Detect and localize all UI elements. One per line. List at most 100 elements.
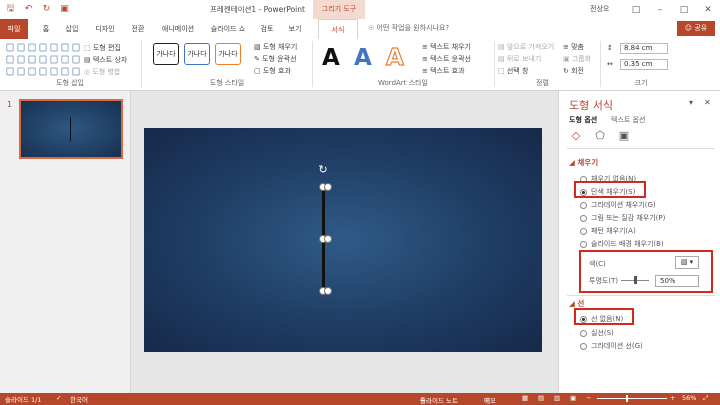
zoom-out-icon[interactable]: −	[586, 394, 591, 402]
shape-item[interactable]	[72, 67, 80, 76]
present-icon[interactable]: ▣	[58, 3, 71, 15]
line-option-gradient[interactable]: 그라데이션 선(G)	[580, 341, 643, 351]
text-effects-button[interactable]: ≡ 텍스트 효과	[422, 66, 465, 76]
shape-item[interactable]	[50, 55, 58, 64]
zoom-slider-thumb[interactable]	[626, 395, 628, 402]
wordart-style-black[interactable]: A	[322, 43, 340, 73]
shape-width-input[interactable]: 0.35 cm	[620, 59, 668, 70]
shape-item[interactable]	[39, 55, 47, 64]
normal-view-icon[interactable]: ▦	[522, 394, 528, 402]
radio-button	[580, 227, 587, 235]
resize-handle[interactable]	[324, 287, 332, 295]
rotate-button[interactable]: ↻ 회전	[563, 66, 584, 76]
tab-transitions[interactable]: 전환	[128, 19, 148, 39]
fill-option-picture[interactable]: 그림 또는 질감 채우기(P)	[580, 213, 665, 223]
shape-item[interactable]	[17, 55, 25, 64]
shape-item[interactable]	[61, 67, 69, 76]
zoom-slider-track[interactable]	[597, 398, 667, 399]
shape-item[interactable]	[6, 67, 14, 76]
pane-options-icon[interactable]: ▾	[689, 98, 693, 107]
tab-home[interactable]: 홈	[38, 19, 54, 39]
shape-outline-button[interactable]: ✎ 도형 윤곽선	[254, 54, 297, 64]
tell-me-box[interactable]: ☉ 어떤 작업을 원하시나요?	[368, 23, 449, 33]
tab-slideshow[interactable]: 슬라이드 쇼	[208, 19, 248, 39]
shape-item[interactable]	[72, 55, 80, 64]
share-button[interactable]: ☺ 공유	[677, 21, 715, 36]
fill-option-pattern[interactable]: 패턴 채우기(A)	[580, 226, 636, 236]
fit-to-window-icon[interactable]: ⤢	[703, 394, 708, 403]
tab-text-options[interactable]: 텍스트 옵션	[611, 115, 645, 125]
shape-fill-button[interactable]: ▧ 도형 채우기	[254, 42, 297, 52]
selection-pane-button[interactable]: ⬚ 선택 창	[498, 66, 528, 76]
fill-option-gradient[interactable]: 그라데이션 채우기(G)	[580, 200, 656, 210]
language-status[interactable]: 한국어	[70, 394, 88, 404]
wordart-style-blue[interactable]: A	[354, 43, 372, 73]
rotate-handle-icon[interactable]: ↻	[317, 164, 329, 176]
save-icon[interactable]: 🖫	[4, 3, 17, 15]
redo-icon[interactable]: ↻	[40, 3, 53, 15]
zoom-in-icon[interactable]: +	[670, 394, 675, 402]
effects-pentagon-icon[interactable]: ⬠	[593, 129, 607, 143]
pane-close-icon[interactable]: ✕	[704, 98, 711, 107]
slide-canvas[interactable]: ↻	[144, 128, 542, 352]
tab-design[interactable]: 디자인	[92, 19, 118, 39]
fill-line-icon[interactable]: ◇	[569, 129, 583, 143]
shape-item[interactable]	[72, 43, 80, 52]
shape-style-blue[interactable]: 가나다	[184, 43, 210, 65]
tab-shape-options[interactable]: 도형 옵션	[569, 115, 597, 125]
tab-view[interactable]: 보기	[286, 19, 304, 39]
text-fill-button[interactable]: ≡ 텍스트 채우기	[422, 42, 471, 52]
fill-section-header[interactable]: ◢ 채우기	[569, 157, 598, 168]
tab-file[interactable]: 파일	[0, 19, 28, 39]
shape-outline-label: 도형 윤곽선	[262, 55, 297, 63]
shape-item[interactable]	[50, 67, 58, 76]
zoom-level[interactable]: 56%	[682, 394, 696, 402]
shape-item[interactable]	[39, 43, 47, 52]
ribbon-display-icon[interactable]: □	[624, 0, 648, 19]
group-button[interactable]: ▣ 그룹화	[563, 54, 591, 64]
text-outline-button[interactable]: ≡ 텍스트 윤곽선	[422, 54, 471, 64]
shape-item[interactable]	[17, 67, 25, 76]
tab-animations[interactable]: 애니메이션	[158, 19, 198, 39]
slideshow-view-icon[interactable]: ▣	[570, 394, 576, 402]
shape-item[interactable]	[61, 43, 69, 52]
shape-item[interactable]	[39, 67, 47, 76]
align-button[interactable]: ≡ 맞춤	[563, 42, 584, 52]
close-icon[interactable]: ✕	[696, 0, 720, 19]
tab-insert[interactable]: 삽입	[62, 19, 82, 39]
shape-style-dark[interactable]: 가나다	[153, 43, 179, 65]
tab-format[interactable]: 서식	[318, 19, 358, 39]
line-option-solid[interactable]: 실선(S)	[580, 328, 614, 338]
shape-item[interactable]	[28, 55, 36, 64]
merge-shapes-button[interactable]: ◎ 도형 병합	[84, 67, 120, 77]
spellcheck-icon[interactable]: ✓	[56, 394, 61, 402]
shapes-gallery[interactable]	[5, 42, 80, 78]
minimize-icon[interactable]: –	[648, 0, 672, 19]
slide-sorter-icon[interactable]: ▤	[538, 394, 544, 402]
tab-review[interactable]: 검토	[258, 19, 276, 39]
size-properties-icon[interactable]: ▣	[617, 129, 631, 143]
shape-style-orange[interactable]: 가나다	[215, 43, 241, 65]
undo-icon[interactable]: ↶	[22, 3, 35, 15]
wordart-style-orange-outline[interactable]: A	[385, 43, 404, 73]
shape-item[interactable]	[61, 55, 69, 64]
fill-option-slide-background[interactable]: 슬라이드 배경 채우기(B)	[580, 239, 664, 249]
shape-item[interactable]	[28, 43, 36, 52]
text-box-button[interactable]: ▤ 텍스트 상자	[84, 55, 127, 65]
reading-view-icon[interactable]: ▥	[554, 394, 560, 402]
shape-height-input[interactable]: 8.84 cm	[620, 43, 668, 54]
shape-item[interactable]	[28, 67, 36, 76]
edit-shape-button[interactable]: ⬚ 도형 편집	[84, 43, 121, 53]
bring-forward-button[interactable]: ▤ 앞으로 가져오기	[498, 42, 554, 52]
resize-handle[interactable]	[324, 183, 332, 191]
shape-item[interactable]	[50, 43, 58, 52]
shape-item[interactable]	[17, 43, 25, 52]
slide-thumbnail[interactable]	[19, 99, 123, 159]
user-name[interactable]: 전상오	[590, 4, 609, 14]
shape-item[interactable]	[6, 43, 14, 52]
shape-item[interactable]	[6, 55, 14, 64]
shape-effects-button[interactable]: ▢ 도형 효과	[254, 66, 291, 76]
send-backward-button[interactable]: ▤ 뒤로 보내기	[498, 54, 541, 64]
maximize-icon[interactable]: □	[672, 0, 696, 19]
resize-handle[interactable]	[324, 235, 332, 243]
